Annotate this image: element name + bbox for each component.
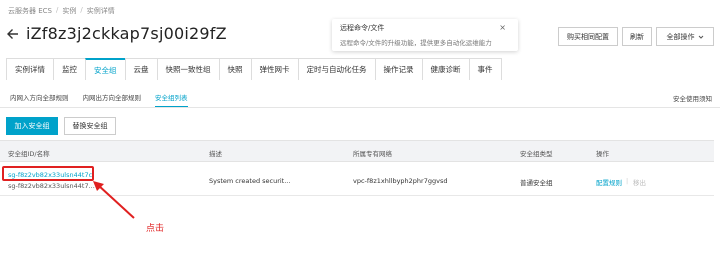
tab-scheduled-tasks[interactable]: 定时与自动化任务 <box>297 58 376 80</box>
subtab-inbound-rules[interactable]: 内网入方向全部规则 <box>10 92 69 107</box>
security-group-name: sg-f8z2vb82x33ulsn44t7... <box>8 182 95 190</box>
security-subtabs: 内网入方向全部规则 内网出方向全部规则 安全组列表 <box>10 92 188 107</box>
highlight-box <box>2 166 94 181</box>
remove-link[interactable]: 移出 <box>633 177 646 187</box>
tab-cloud-disk[interactable]: 云盘 <box>124 58 158 80</box>
tab-snapshot[interactable]: 快照 <box>218 58 252 80</box>
notice-text: 远程命令/文件的升级功能，提供更多自动化运维能力 <box>340 39 492 47</box>
page-header: iZf8z3j2ckkap7sj00i29fZ <box>6 24 227 43</box>
breadcrumb-item-instance-detail: 实例详情 <box>86 7 115 15</box>
breadcrumb-separator: / <box>80 6 83 14</box>
security-help-link[interactable]: 安全使用须知 <box>673 93 712 103</box>
tab-snapshot-consistency-group[interactable]: 快照一致性组 <box>156 58 220 80</box>
breadcrumb: 云服务器 ECS / 实例 / 实例详情 <box>8 6 115 16</box>
tab-health-diagnosis[interactable]: 健康诊断 <box>421 58 470 80</box>
annotation-arrow-icon <box>93 181 135 219</box>
divider <box>0 107 720 108</box>
replace-security-group-button[interactable]: 替换安全组 <box>64 117 116 135</box>
add-security-group-button[interactable]: 加入安全组 <box>6 117 58 135</box>
all-actions-label: 全部操作 <box>666 32 695 41</box>
col-header-actions: 操作 <box>596 150 609 158</box>
security-group-type: 普通安全组 <box>520 179 553 187</box>
security-group-vpc: vpc-f8z1xhllbyph2phr7ggvsd <box>353 177 448 185</box>
table-header: 安全组ID/名称 描述 所属专有网络 安全组类型 操作 <box>0 140 714 162</box>
tab-monitor[interactable]: 监控 <box>53 58 86 80</box>
close-icon[interactable]: × <box>499 23 506 32</box>
all-actions-dropdown[interactable]: 全部操作 <box>656 27 714 46</box>
buy-same-config-button[interactable]: 购买相同配置 <box>558 27 618 46</box>
breadcrumb-item-instances[interactable]: 实例 <box>62 6 76 16</box>
action-separator: | <box>626 177 629 185</box>
col-header-vpc: 所属专有网络 <box>353 150 392 158</box>
col-header-type: 安全组类型 <box>520 150 553 158</box>
subtab-security-group-list[interactable]: 安全组列表 <box>155 92 188 107</box>
tab-events[interactable]: 事件 <box>468 58 502 80</box>
configure-rules-link[interactable]: 配置规则 <box>596 177 622 187</box>
page-title: iZf8z3j2ckkap7sj00i29fZ <box>26 24 227 43</box>
col-header-description: 描述 <box>209 150 222 158</box>
chevron-down-icon <box>698 35 703 39</box>
tab-security-group[interactable]: 安全组 <box>85 58 126 80</box>
refresh-button[interactable]: 刷新 <box>622 27 652 46</box>
remote-command-notice: 远程命令/文件 远程命令/文件的升级功能，提供更多自动化运维能力 × <box>332 19 518 51</box>
tab-operation-log[interactable]: 操作记录 <box>374 58 423 80</box>
security-group-description: System created securit... <box>209 177 291 185</box>
back-arrow-icon[interactable] <box>6 27 20 41</box>
instance-tabs: 实例详情 监控 安全组 云盘 快照一致性组 快照 弹性网卡 定时与自动化任务 操… <box>6 58 502 80</box>
subtab-outbound-rules[interactable]: 内网出方向全部规则 <box>83 92 142 107</box>
notice-title: 远程命令/文件 <box>340 24 385 32</box>
tab-instance-detail[interactable]: 实例详情 <box>6 58 54 80</box>
tab-eni[interactable]: 弹性网卡 <box>250 58 299 80</box>
col-header-id: 安全组ID/名称 <box>8 150 50 158</box>
click-annotation-label: 点击 <box>146 224 165 234</box>
breadcrumb-separator: / <box>55 6 59 14</box>
breadcrumb-item-ecs[interactable]: 云服务器 ECS <box>8 6 52 16</box>
